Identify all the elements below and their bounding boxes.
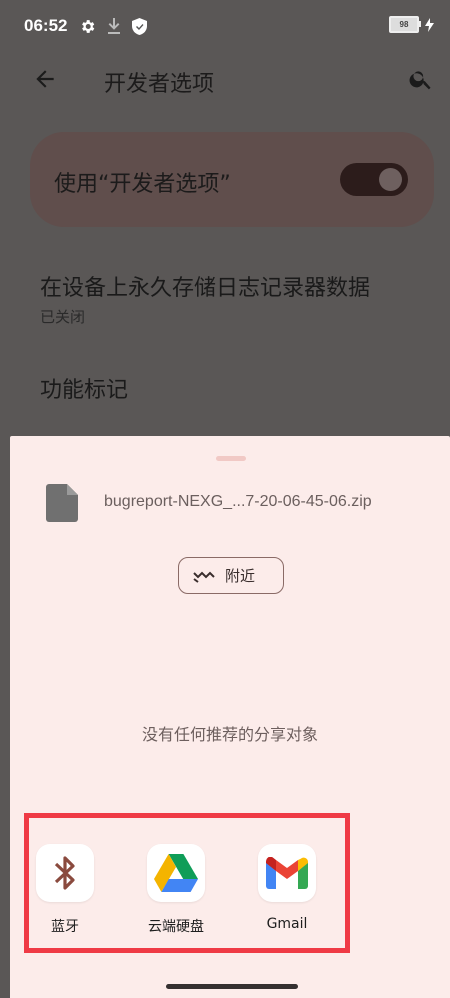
file-icon bbox=[46, 484, 78, 522]
page-title: 开发者选项 bbox=[104, 72, 215, 97]
gear-icon bbox=[82, 19, 95, 33]
share-target-label: 蓝牙 bbox=[51, 919, 79, 935]
sheet-drag-handle[interactable] bbox=[216, 456, 246, 461]
developer-options-toggle-card[interactable]: 使用“开发者选项” bbox=[30, 132, 434, 227]
download-icon bbox=[108, 18, 121, 34]
share-sheet: bugreport-NEXG_...7-20-06-45-06.zip 附近 没… bbox=[10, 436, 450, 998]
switch-knob bbox=[379, 168, 402, 191]
nearby-share-icon bbox=[193, 571, 215, 583]
developer-options-switch[interactable] bbox=[340, 163, 408, 196]
no-recommendation-text: 没有任何推荐的分享对象 bbox=[141, 725, 318, 744]
search-icon[interactable] bbox=[408, 66, 434, 92]
persistent-logger-setting-title[interactable]: 在设备上永久存储日志记录器数据 bbox=[40, 270, 370, 302]
share-target-bluetooth[interactable]: 蓝牙 bbox=[10, 844, 120, 936]
status-time: 06:52 bbox=[24, 16, 68, 35]
share-target-label: 云端硬盘 bbox=[148, 919, 204, 935]
share-target-label: Gmail bbox=[266, 916, 308, 932]
charging-bolt-icon bbox=[425, 17, 434, 32]
share-target-google-drive[interactable]: 云端硬盘 bbox=[121, 844, 231, 936]
shield-icon bbox=[132, 17, 148, 35]
feature-flags-setting-title[interactable]: 功能标记 bbox=[40, 372, 128, 404]
google-drive-icon bbox=[154, 854, 198, 892]
navigation-handle[interactable] bbox=[166, 984, 298, 989]
nearby-label: 附近 bbox=[225, 567, 256, 585]
app-bar: 开发者选项 bbox=[0, 52, 450, 108]
toggle-label: 使用“开发者选项” bbox=[54, 172, 231, 197]
nearby-share-button[interactable]: 附近 bbox=[178, 557, 284, 594]
status-bar: 06:52 98 bbox=[0, 0, 450, 52]
back-arrow-icon[interactable] bbox=[32, 66, 58, 92]
persistent-logger-setting-status: 已关闭 bbox=[40, 308, 86, 326]
bluetooth-icon bbox=[54, 856, 75, 890]
share-target-gmail[interactable]: Gmail bbox=[232, 844, 342, 932]
shared-file-name: bugreport-NEXG_...7-20-06-45-06.zip bbox=[104, 493, 372, 510]
battery-icon: 98 bbox=[389, 16, 421, 33]
gmail-icon bbox=[266, 857, 308, 889]
